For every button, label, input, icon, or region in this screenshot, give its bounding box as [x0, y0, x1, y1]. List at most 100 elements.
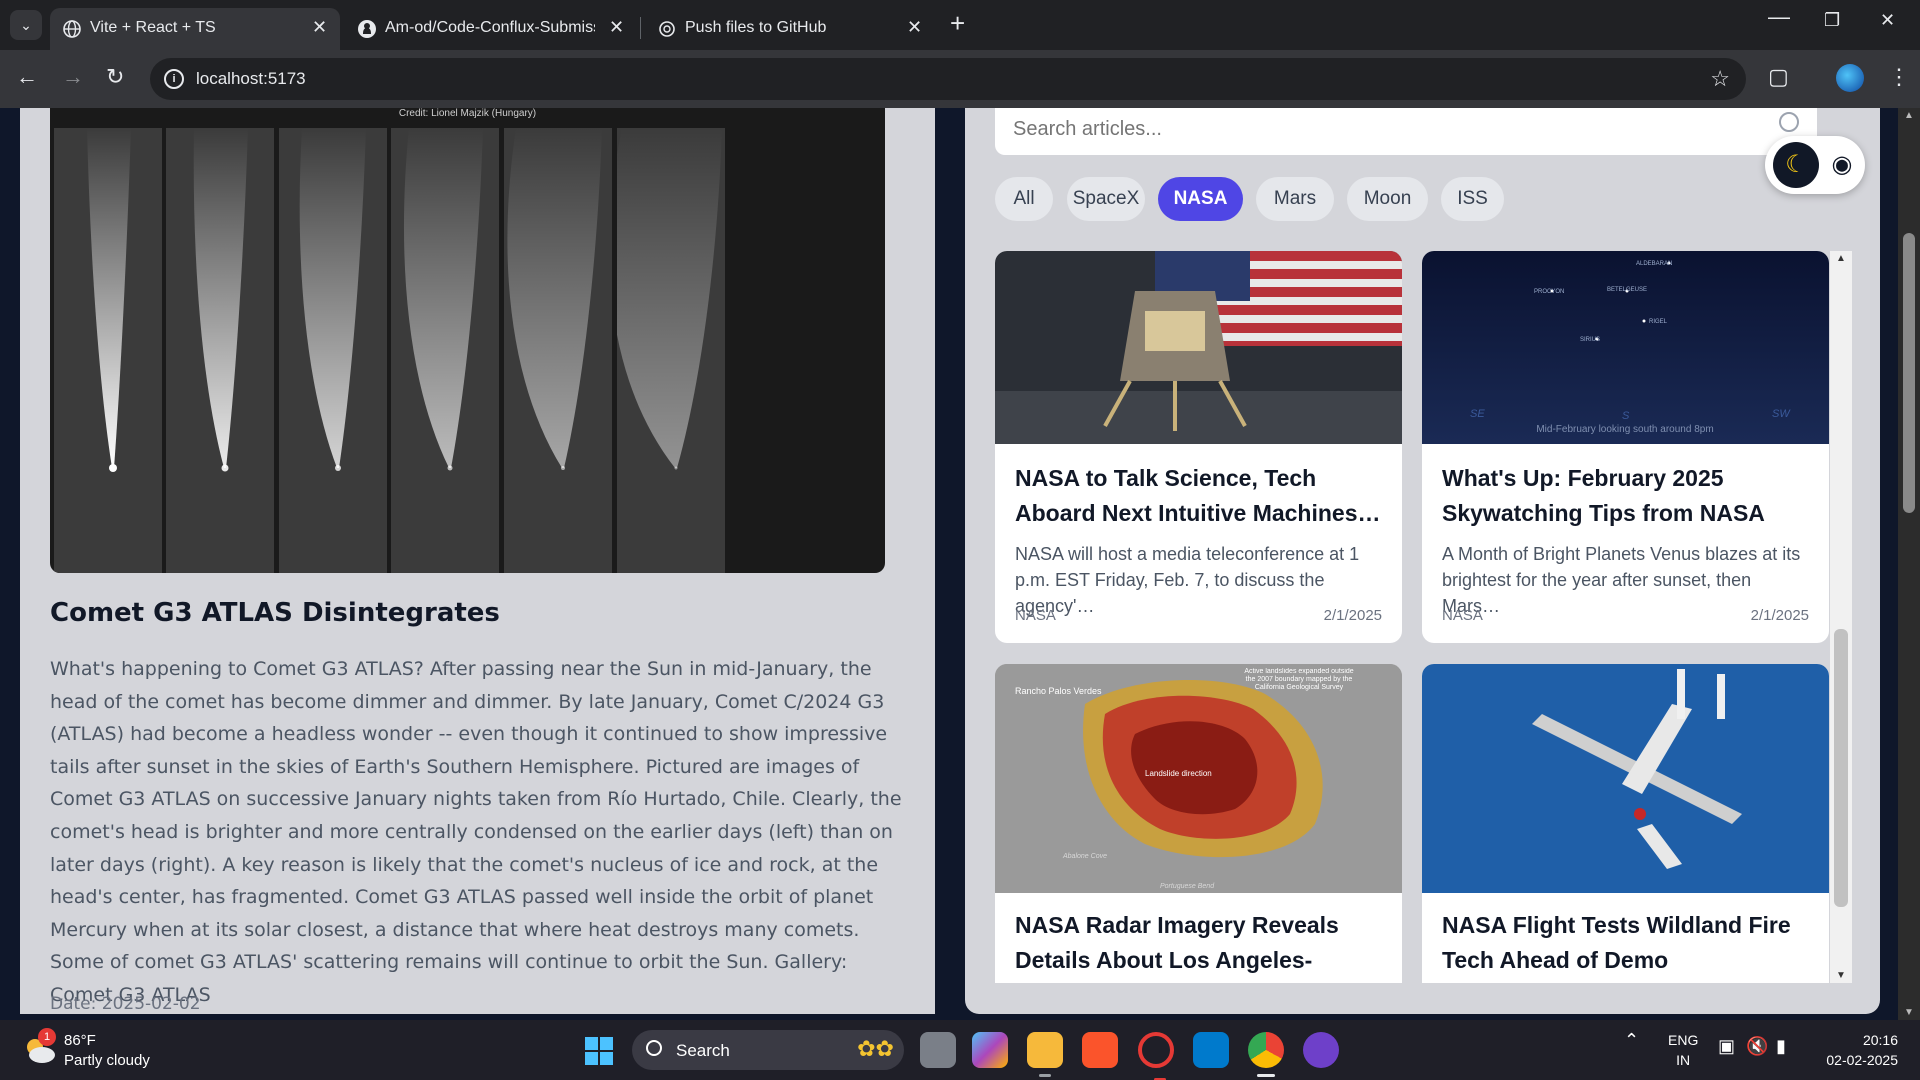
article-card[interactable]: Rancho Palos Verdes Landslide direction …	[995, 664, 1402, 983]
site-info-icon[interactable]: i	[164, 69, 184, 89]
show-hidden-icons-chevron-icon[interactable]: ⌃	[1624, 1030, 1639, 1051]
bookmark-star-icon[interactable]: ☆	[1710, 66, 1730, 92]
file-explorer-icon[interactable]	[1027, 1032, 1063, 1077]
article-search[interactable]	[995, 108, 1817, 155]
scroll-up-arrow-icon[interactable]: ▲	[1836, 253, 1846, 264]
extensions-puzzle-icon[interactable]: ▢	[1768, 64, 1789, 90]
article-card[interactable]: ALDEBARAN PROCYON BETELGEUSE RIGEL SIRIU…	[1422, 251, 1829, 643]
task-view-icon[interactable]	[920, 1032, 956, 1068]
new-tab-plus-icon[interactable]: +	[950, 8, 965, 39]
palette-icon[interactable]: ◉	[1825, 142, 1859, 188]
search-input[interactable]	[1013, 118, 1753, 141]
language-indicator[interactable]: ENG IN	[1668, 1030, 1698, 1070]
comet-image-strip	[279, 128, 387, 573]
tab-title: Am-od/Code-Conflux-Submissi	[385, 19, 595, 36]
windows-taskbar: 1 86°F Partly cloudy Search ✿✿ ⌃ ENG IN …	[0, 1020, 1920, 1080]
article-card[interactable]: NASA to Talk Science, Tech Aboard Next I…	[995, 251, 1402, 643]
minimize-icon[interactable]: —	[1768, 4, 1790, 30]
taskbar-search[interactable]: Search ✿✿	[632, 1030, 904, 1070]
article-source: NASA	[1442, 607, 1483, 624]
comet-image-strip	[54, 128, 162, 573]
compass-label: S	[1622, 410, 1630, 422]
close-tab-icon[interactable]: ✕	[907, 17, 922, 38]
close-tab-icon[interactable]: ✕	[609, 17, 624, 38]
opera-gx-icon[interactable]	[1138, 1032, 1174, 1080]
map-label: Landslide direction	[1145, 769, 1212, 778]
region-code: IN	[1676, 1052, 1691, 1068]
battery-icon[interactable]: ▮	[1776, 1036, 1786, 1057]
tab-title: Vite + React + TS	[90, 19, 216, 36]
article-date: 2/1/2025	[1750, 607, 1809, 624]
taskbar-search-label: Search	[676, 1041, 730, 1060]
article-title[interactable]: What's Up: February 2025 Skywatching Tip…	[1442, 461, 1812, 531]
night-sky-chart-image: ALDEBARAN PROCYON BETELGEUSE RIGEL SIRIU…	[1422, 251, 1829, 444]
scroll-up-arrow-icon[interactable]: ▲	[1904, 110, 1914, 121]
close-window-icon[interactable]: ✕	[1880, 10, 1895, 31]
articles-scrollbar[interactable]: ▲ ▼	[1830, 251, 1852, 983]
star-label: BETELGEUSE	[1607, 287, 1647, 293]
page-content: Credit: Lionel Majzik (Hungary) Comet G3…	[0, 108, 1920, 1020]
article-source: NASA	[1015, 607, 1056, 624]
profile-avatar[interactable]	[1836, 64, 1864, 92]
scroll-down-arrow-icon[interactable]: ▼	[1904, 1007, 1914, 1018]
search-icon[interactable]	[1779, 112, 1799, 132]
notification-badge: 1	[38, 1028, 56, 1046]
comet-image-strip	[391, 128, 499, 573]
filter-all[interactable]: All	[995, 177, 1053, 221]
weather-temperature: 86°F	[64, 1032, 96, 1049]
tab-title: Push files to GitHub	[685, 19, 827, 36]
aircraft-image	[1422, 664, 1829, 893]
filter-iss[interactable]: ISS	[1441, 177, 1504, 221]
page-scrollbar[interactable]: ▲ ▼	[1898, 108, 1920, 1020]
weather-condition: Partly cloudy	[64, 1052, 150, 1069]
map-label: Portuguese Bend	[1160, 883, 1215, 890]
apod-credit: Credit: Lionel Majzik (Hungary)	[398, 108, 537, 119]
apod-title: Comet G3 ATLAS Disintegrates	[50, 598, 500, 628]
tab-chatgpt[interactable]: Push files to GitHub ✕	[645, 8, 935, 50]
browser-toolbar: ← → ↻ i localhost:5173 ☆ ▢ ⋮	[0, 50, 1920, 108]
reload-icon[interactable]: ↻	[106, 64, 124, 90]
article-grid: NASA to Talk Science, Tech Aboard Next I…	[995, 251, 1852, 983]
apod-description: What's happening to Comet G3 ATLAS? Afte…	[50, 658, 902, 1006]
filter-moon[interactable]: Moon	[1347, 177, 1428, 221]
tab-search-chevron-icon[interactable]: ⌄	[10, 10, 42, 40]
filter-nasa[interactable]: NASA	[1158, 177, 1243, 221]
volume-muted-icon[interactable]: 🔇	[1746, 1036, 1768, 1057]
comet-image-strip	[617, 128, 725, 573]
tab-vite-react[interactable]: Vite + React + TS ✕	[50, 8, 340, 50]
filter-spacex[interactable]: SpaceX	[1067, 177, 1145, 221]
back-arrow-icon[interactable]: ←	[16, 64, 38, 90]
article-date: 2/1/2025	[1323, 607, 1382, 624]
forward-arrow-icon[interactable]: →	[62, 64, 84, 90]
globe-icon	[63, 20, 81, 38]
scroll-down-arrow-icon[interactable]: ▼	[1836, 970, 1846, 981]
network-icon[interactable]: ▣	[1718, 1036, 1735, 1057]
chrome-icon[interactable]	[1248, 1032, 1284, 1077]
system-clock[interactable]: 20:16 02-02-2025	[1818, 1030, 1898, 1070]
vscode-icon[interactable]	[1193, 1032, 1229, 1068]
article-title[interactable]: NASA to Talk Science, Tech Aboard Next I…	[1015, 461, 1385, 531]
menu-dots-icon[interactable]: ⋮	[1888, 64, 1910, 90]
github-desktop-icon[interactable]	[1303, 1032, 1339, 1068]
address-bar[interactable]: i localhost:5173 ☆	[150, 58, 1746, 100]
star-label: PROCYON	[1534, 289, 1564, 295]
comet-image-strip	[166, 128, 274, 573]
close-tab-icon[interactable]: ✕	[312, 17, 327, 38]
article-card[interactable]: NASA Flight Tests Wildland Fire Tech Ahe…	[1422, 664, 1829, 983]
restore-icon[interactable]: ❐	[1824, 10, 1840, 31]
comet-image-strip	[504, 128, 612, 573]
tab-github[interactable]: Am-od/Code-Conflux-Submissi ✕	[345, 8, 635, 50]
windows-start-icon[interactable]	[585, 1037, 613, 1065]
news-panel: All SpaceX NASA Mars Moon ISS	[965, 108, 1880, 1014]
scrollbar-thumb[interactable]	[1834, 629, 1848, 907]
filter-mars[interactable]: Mars	[1256, 177, 1334, 221]
image-caption: Mid-February looking south around 8pm	[1536, 424, 1713, 435]
moon-icon[interactable]: ☾	[1773, 142, 1819, 188]
map-label: Abalone Cove	[1062, 853, 1107, 860]
url-text[interactable]: localhost:5173	[196, 69, 306, 89]
brave-browser-icon[interactable]	[1082, 1032, 1118, 1068]
article-title[interactable]: NASA Radar Imagery Reveals Details About…	[1015, 908, 1385, 983]
scrollbar-thumb[interactable]	[1903, 233, 1915, 513]
copilot-icon[interactable]	[972, 1032, 1008, 1068]
article-title[interactable]: NASA Flight Tests Wildland Fire Tech Ahe…	[1442, 908, 1812, 978]
